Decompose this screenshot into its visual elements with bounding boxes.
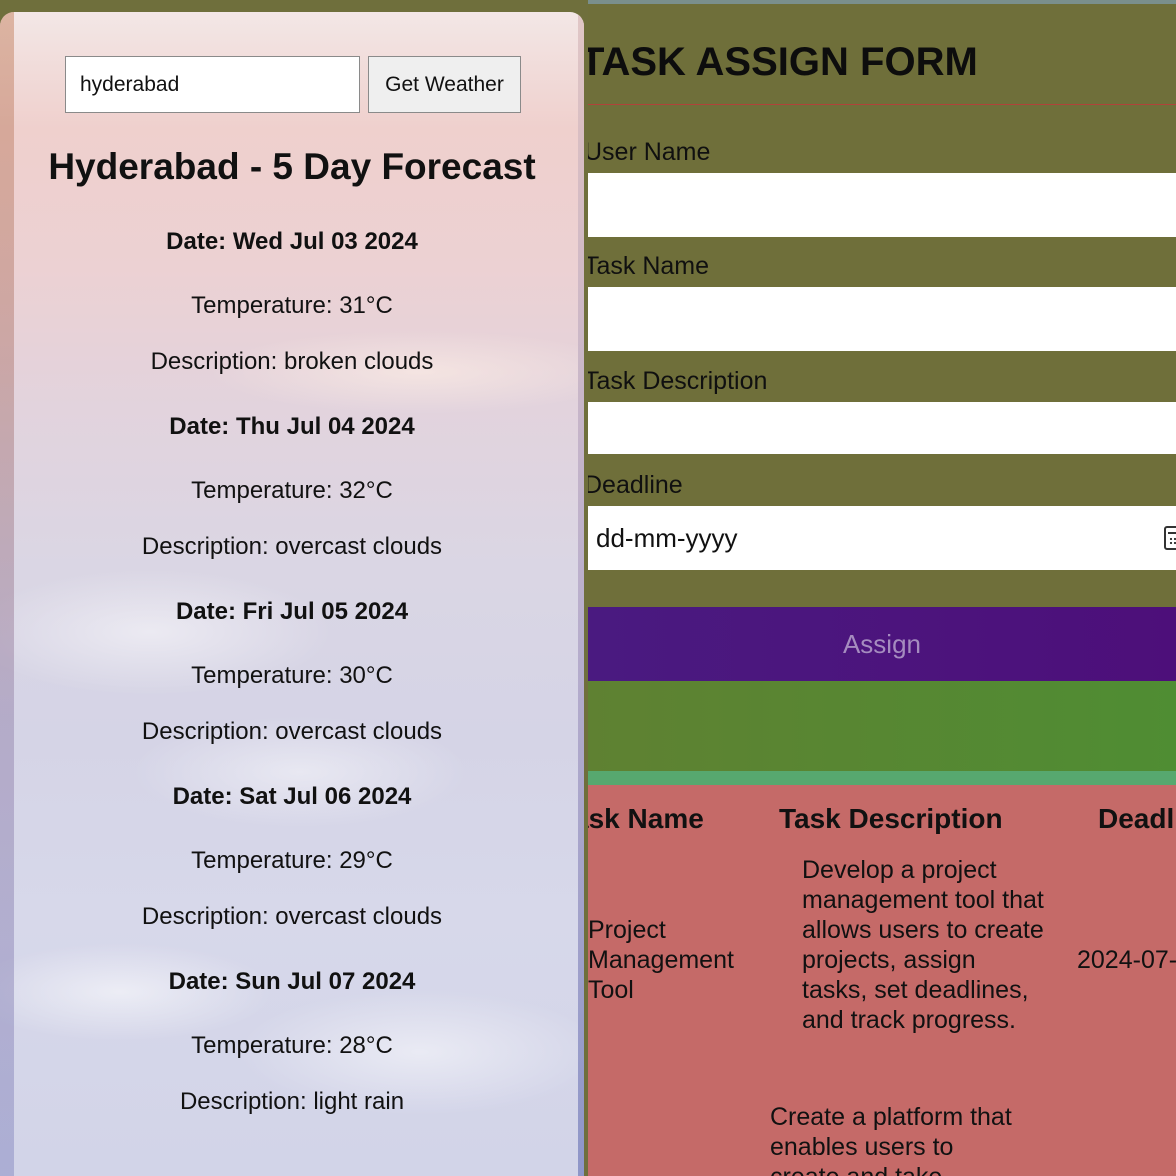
task-name-input[interactable]: [588, 287, 1176, 351]
deadline-input[interactable]: dd-mm-yyyy: [588, 506, 1176, 570]
forecast-description: Description: broken clouds: [150, 348, 434, 375]
forecast-temperature: Temperature: 29°C: [191, 847, 393, 874]
task-panel: TASK ASSIGN FORM User Name Task Name Tas…: [588, 0, 1176, 1176]
forecast-date: Date: Fri Jul 05 2024: [175, 598, 409, 625]
calendar-icon[interactable]: [1164, 526, 1176, 550]
teal-band: [588, 771, 1176, 785]
table-cell-task-description: Create a platform that enables users to …: [770, 1103, 1012, 1176]
forecast-temperature: Temperature: 31°C: [191, 292, 393, 319]
task-description-input[interactable]: [588, 402, 1176, 454]
assign-button[interactable]: Assign: [588, 607, 1176, 681]
forecast-description: Description: light rain: [179, 1088, 405, 1115]
get-weather-button[interactable]: Get Weather: [368, 56, 521, 113]
table-header-deadline: Deadline: [1098, 803, 1176, 834]
forecast-temperature: Temperature: 30°C: [191, 662, 393, 689]
table-cell-deadline: 2024-07-: [1077, 946, 1176, 974]
forecast-day: Date: Wed Jul 03 2024 Temperature: 31°C …: [0, 222, 584, 407]
forecast-temperature: Temperature: 28°C: [191, 1032, 393, 1059]
weather-panel: Get Weather Hyderabad - 5 Day Forecast D…: [0, 12, 584, 1176]
top-edge: [588, 0, 1176, 4]
forecast-date: Date: Wed Jul 03 2024: [166, 228, 418, 255]
forecast-description: Description: overcast clouds: [141, 718, 443, 745]
deadline-placeholder: dd-mm-yyyy: [596, 522, 738, 553]
weather-search-row: Get Weather: [65, 56, 521, 113]
forecast-temperature: Temperature: 32°C: [191, 477, 393, 504]
table-header-task-description: Task Description: [779, 803, 1003, 834]
forecast-day: Date: Sat Jul 06 2024 Temperature: 29°C …: [0, 777, 584, 962]
table-header-task-name: Task Name: [588, 803, 704, 834]
title-divider: [588, 104, 1176, 105]
form-title: TASK ASSIGN FORM: [588, 40, 978, 84]
forecast-date: Date: Sat Jul 06 2024: [172, 783, 412, 810]
forecast-day: Date: Thu Jul 04 2024 Temperature: 32°C …: [0, 407, 584, 592]
forecast-description: Description: overcast clouds: [141, 903, 443, 930]
forecast-description: Description: overcast clouds: [141, 533, 443, 560]
forecast-day: Date: Sun Jul 07 2024 Temperature: 28°C …: [0, 962, 584, 1147]
table-cell-task-description: Develop a project management tool that a…: [802, 856, 1044, 1034]
city-input[interactable]: [65, 56, 360, 113]
user-name-label: User Name: [588, 138, 711, 166]
forecast-date: Date: Thu Jul 04 2024: [169, 413, 415, 440]
user-name-input[interactable]: [588, 173, 1176, 237]
task-table: Task Name Task Description Deadline Proj…: [588, 785, 1176, 1176]
deadline-label: Deadline: [588, 471, 683, 499]
green-band: [588, 681, 1176, 771]
task-name-label: Task Name: [588, 252, 710, 280]
forecast-list: Date: Wed Jul 03 2024 Temperature: 31°C …: [0, 222, 584, 1147]
forecast-date: Date: Sun Jul 07 2024: [168, 968, 416, 995]
task-description-label: Task Description: [588, 367, 768, 395]
forecast-day: Date: Fri Jul 05 2024 Temperature: 30°C …: [0, 592, 584, 777]
table-cell-task-name: Project Management Tool: [588, 916, 734, 1004]
forecast-title: Hyderabad - 5 Day Forecast: [48, 146, 536, 187]
